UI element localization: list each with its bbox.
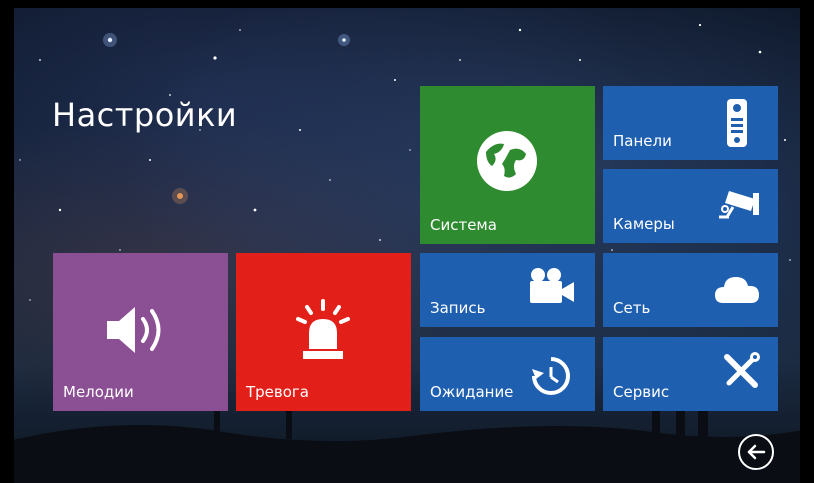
tile-cameras[interactable]: Камеры — [603, 169, 778, 243]
tile-alarm-label: Тревога — [246, 383, 310, 401]
back-button[interactable] — [738, 434, 774, 470]
cloud-icon — [715, 277, 759, 303]
tile-alarm[interactable]: Тревога — [236, 253, 411, 411]
tile-system-label: Система — [430, 216, 497, 234]
speaker-icon — [107, 307, 161, 353]
tools-icon — [724, 352, 760, 388]
tile-cameras-label: Камеры — [613, 215, 675, 233]
timer-icon — [532, 357, 570, 395]
tile-melodies-label: Мелодии — [63, 383, 134, 401]
tile-system[interactable]: Система — [420, 86, 595, 244]
tile-network[interactable]: Сеть — [603, 253, 778, 327]
back-arrow-icon — [747, 444, 766, 460]
screen-bezel-right — [800, 0, 814, 483]
globe-icon — [477, 131, 537, 191]
tile-service-label: Сервис — [613, 383, 670, 401]
tile-standby-label: Ожидание — [430, 383, 514, 401]
tile-network-label: Сеть — [613, 299, 651, 317]
tile-melodies[interactable]: Мелодии — [53, 253, 228, 411]
settings-screen: Настройки Мелодии Тревога Система Панели… — [0, 0, 814, 483]
intercom-panel-icon — [727, 99, 747, 147]
page-title: Настройки — [52, 96, 238, 134]
cctv-camera-icon — [719, 191, 759, 219]
tile-record[interactable]: Запись — [420, 253, 595, 327]
tile-standby[interactable]: Ожидание — [420, 337, 595, 411]
siren-icon — [296, 299, 350, 359]
tile-service[interactable]: Сервис — [603, 337, 778, 411]
screen-bezel-left — [0, 0, 14, 483]
tile-panels-label: Панели — [613, 132, 672, 150]
tile-record-label: Запись — [430, 299, 486, 317]
video-camera-icon — [530, 268, 574, 303]
tile-panels[interactable]: Панели — [603, 86, 778, 160]
screen-bezel-top — [0, 0, 814, 8]
